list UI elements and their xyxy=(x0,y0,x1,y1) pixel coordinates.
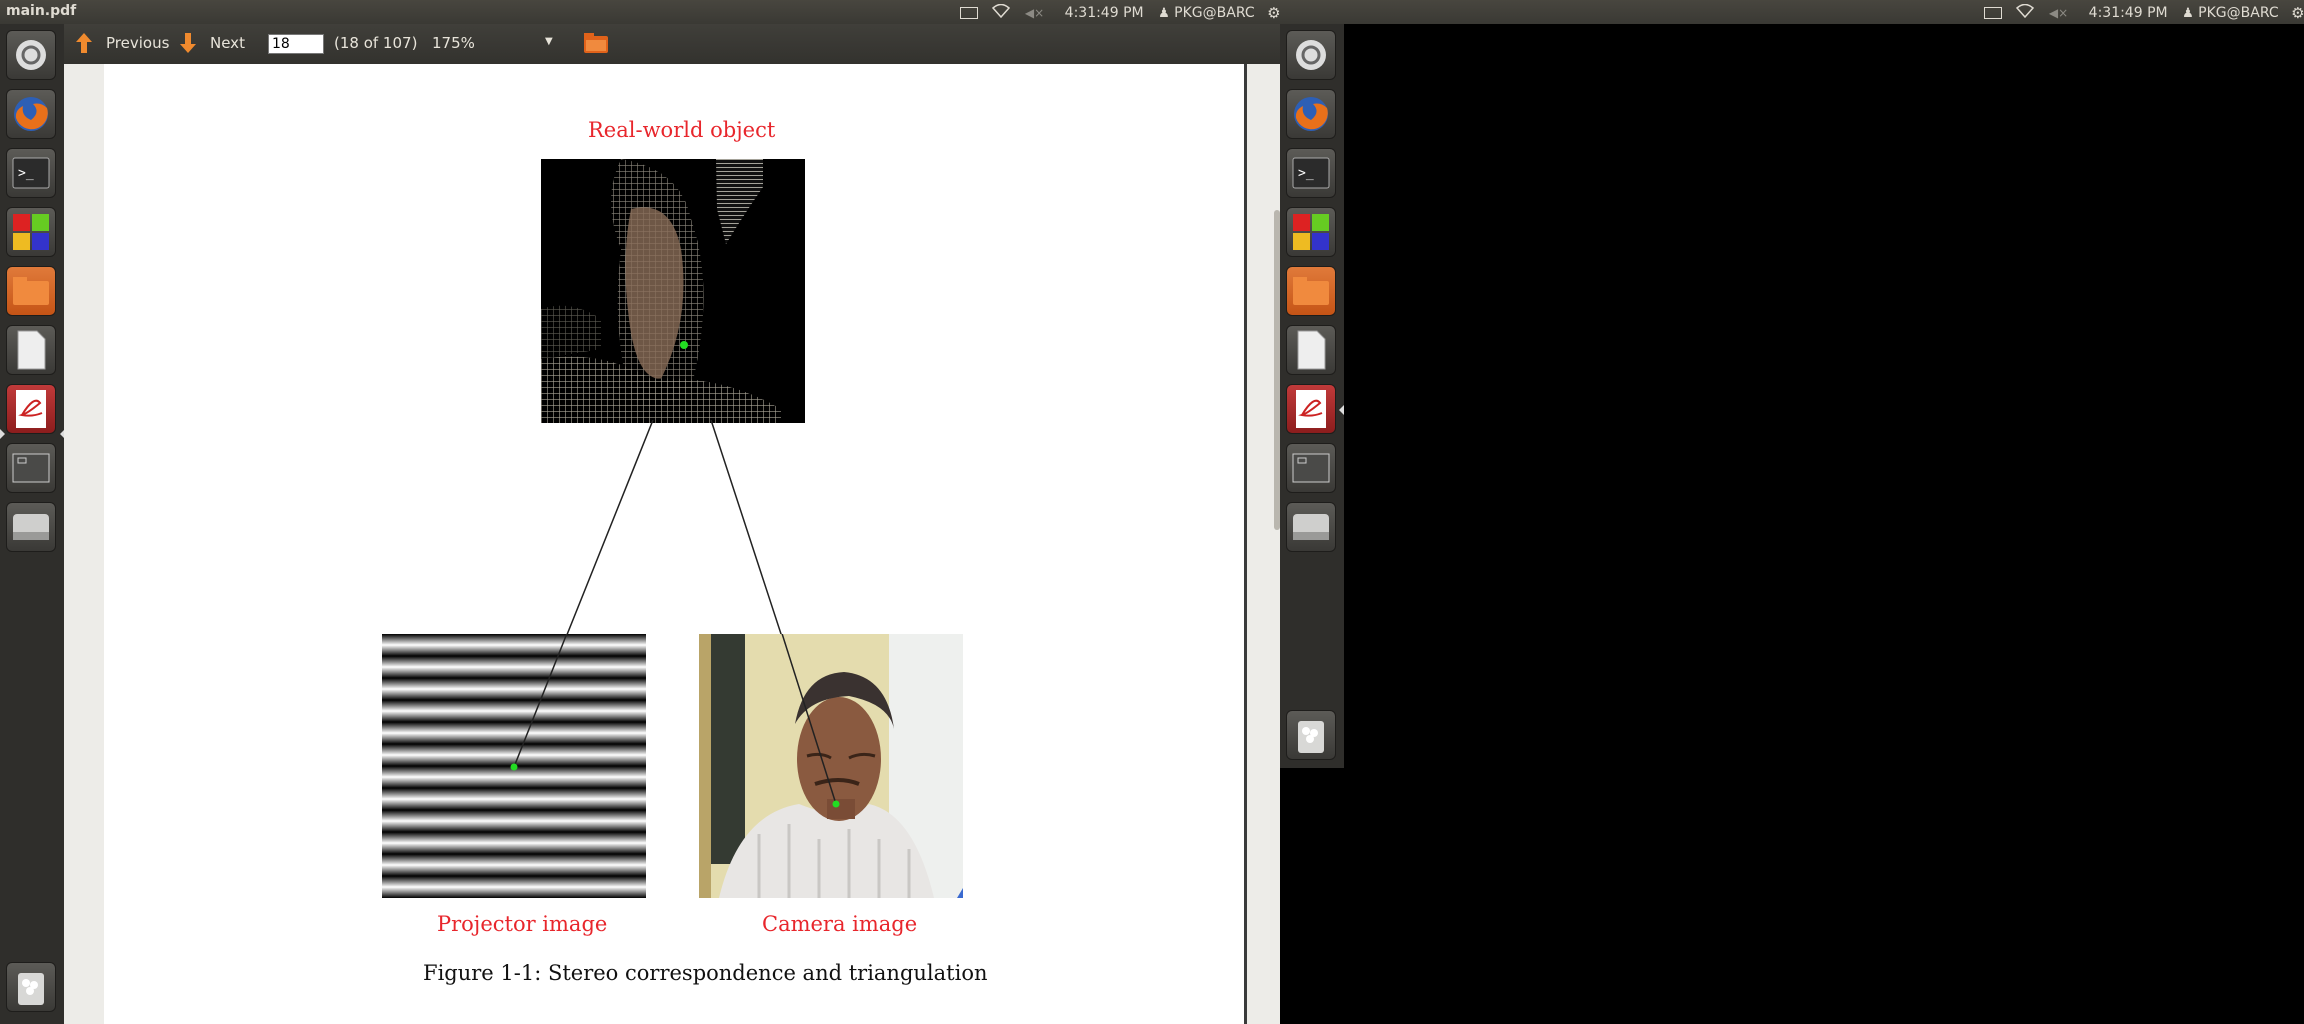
mail-icon[interactable] xyxy=(1984,7,2002,19)
chevron-down-icon[interactable]: ▼ xyxy=(545,36,553,47)
volume-muted-icon[interactable]: ◀× xyxy=(1025,6,1044,20)
arrow-down-icon[interactable] xyxy=(178,31,198,55)
mail-icon[interactable] xyxy=(960,7,978,19)
terminal-icon[interactable]: >_ xyxy=(6,148,56,198)
wifi-icon[interactable] xyxy=(2016,3,2035,22)
clock[interactable]: 4:31:49 PM xyxy=(2089,5,2168,21)
files-icon[interactable] xyxy=(6,266,56,316)
drive-icon[interactable] xyxy=(1286,502,1336,552)
document-icon[interactable] xyxy=(1286,325,1336,375)
clock[interactable]: 4:31:49 PM xyxy=(1065,5,1144,21)
workspaces-icon[interactable] xyxy=(6,207,56,257)
next-button[interactable]: Next xyxy=(210,34,245,52)
projector-image xyxy=(382,634,646,898)
gear-icon[interactable]: ⚙ xyxy=(2291,4,2304,22)
workspaces-icon[interactable] xyxy=(1286,207,1336,257)
label-camera-image: Camera image xyxy=(762,912,918,936)
page-number-input[interactable]: 18 xyxy=(268,34,324,54)
real-world-object-image xyxy=(541,159,805,423)
zoom-select[interactable]: 175% xyxy=(432,34,475,52)
gear-icon[interactable]: ⚙ xyxy=(1267,4,1280,22)
indicator-area: ◀× 4:31:49 PM ♟ PKG@BARC ⚙ xyxy=(960,3,1281,22)
user-name[interactable]: PKG@BARC xyxy=(2198,5,2278,21)
volume-muted-icon[interactable]: ◀× xyxy=(2049,6,2068,20)
page-edge xyxy=(1244,64,1247,1024)
label-projector-image: Projector image xyxy=(437,912,608,936)
active-indicator xyxy=(1339,405,1344,415)
previous-button[interactable]: Previous xyxy=(106,34,169,52)
secondary-desktop xyxy=(1344,24,2304,1024)
figure-caption: Figure 1-1: Stereo correspondence and tr… xyxy=(423,961,988,985)
evince-icon[interactable] xyxy=(6,384,56,434)
window-icon[interactable] xyxy=(6,443,56,493)
folder-open-icon[interactable] xyxy=(583,32,609,54)
dash-icon[interactable] xyxy=(6,30,56,80)
camera-image xyxy=(699,634,963,898)
user-icon: ♟ xyxy=(1158,5,1170,21)
running-indicator xyxy=(0,429,5,439)
evince-icon[interactable] xyxy=(1286,384,1336,434)
firefox-icon[interactable] xyxy=(1286,89,1336,139)
trash-icon[interactable] xyxy=(6,962,56,1012)
wifi-icon[interactable] xyxy=(992,3,1011,22)
arrow-up-icon[interactable] xyxy=(74,31,94,55)
drive-icon[interactable] xyxy=(6,502,56,552)
document-toolbar xyxy=(64,24,1280,64)
launcher: >_ xyxy=(0,24,65,1024)
firefox-icon[interactable] xyxy=(6,89,56,139)
label-real-world-object: Real-world object xyxy=(588,118,776,142)
page-count: (18 of 107) xyxy=(334,34,418,52)
user-name[interactable]: PKG@BARC xyxy=(1174,5,1254,21)
window-title: main.pdf xyxy=(6,3,77,19)
marker-point xyxy=(832,800,840,808)
user-icon: ♟ xyxy=(2182,5,2194,21)
files-icon[interactable] xyxy=(1286,266,1336,316)
document-icon[interactable] xyxy=(6,325,56,375)
terminal-icon[interactable]: >_ xyxy=(1286,148,1336,198)
marker-point xyxy=(680,341,688,349)
dash-icon[interactable] xyxy=(1286,30,1336,80)
indicator-area-secondary: ◀× 4:31:49 PM ♟ PKG@BARC ⚙ xyxy=(1984,3,2304,22)
window-icon[interactable] xyxy=(1286,443,1336,493)
svg-text:>_: >_ xyxy=(18,166,34,181)
svg-text:>_: >_ xyxy=(1298,166,1314,181)
launcher-secondary: >_ xyxy=(1280,24,1344,768)
marker-point xyxy=(510,763,518,771)
trash-icon[interactable] xyxy=(1286,710,1336,760)
